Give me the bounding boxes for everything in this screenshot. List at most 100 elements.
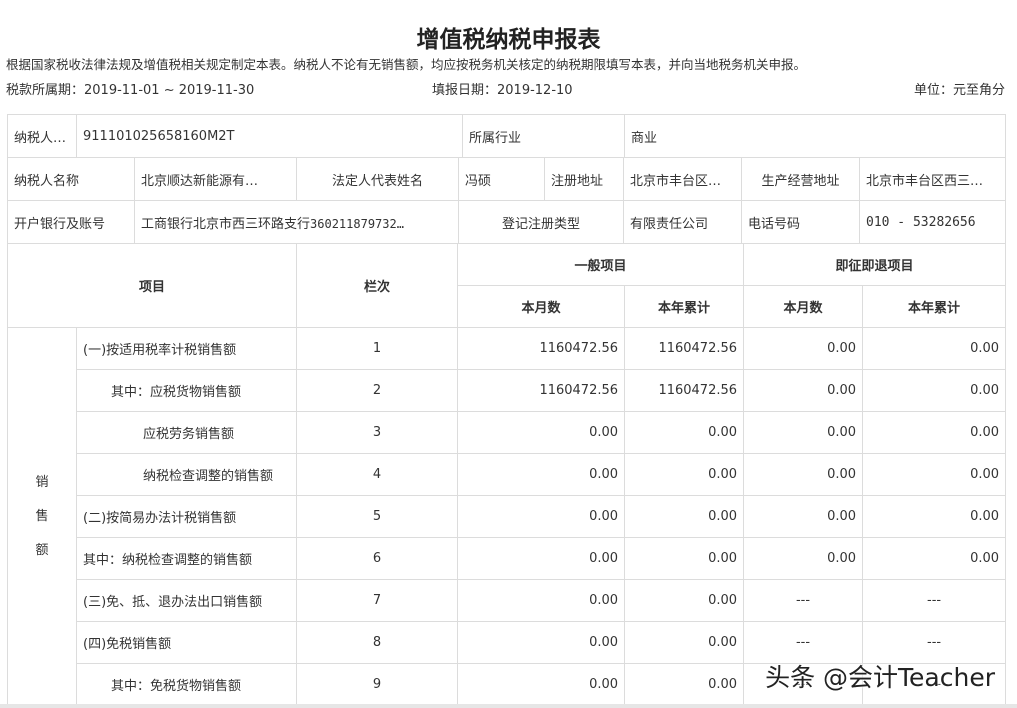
general-month-value[interactable]: 0.00	[457, 495, 626, 538]
header-general: 一般项目	[457, 243, 745, 286]
general-month-value[interactable]: 0.00	[457, 621, 626, 664]
fill-date-label: 填报日期：	[432, 83, 498, 98]
bank-value: 工商银行北京市西三环路支行360211879732…	[134, 200, 459, 244]
row-item-label: 其中：应税货物销售额	[75, 369, 298, 412]
row-line-number: 4	[296, 453, 459, 496]
immediate-ytd-value[interactable]: 0.00	[862, 453, 1007, 496]
immediate-ytd-value[interactable]: 0.00	[862, 495, 1007, 538]
vat-return-table: 纳税人识别号 911101025658160M2T 所属行业 商业	[7, 114, 1007, 158]
biz-address-label: 生产经营地址	[741, 157, 860, 201]
taxpayer-id-label: 纳税人识别号	[7, 114, 77, 158]
row-line-number: 8	[296, 621, 459, 664]
general-ytd-value[interactable]: 0.00	[624, 663, 745, 706]
fill-date: 填报日期：2019-12-10	[432, 79, 573, 98]
legal-rep-label: 法定人代表姓名	[296, 157, 459, 201]
immediate-month-value[interactable]: 0.00	[743, 369, 864, 412]
general-ytd-value[interactable]: 0.00	[624, 621, 745, 664]
general-month-value[interactable]: 0.00	[457, 453, 626, 496]
section-label-char: 额	[35, 542, 49, 558]
biz-address-value: 北京市丰台区西三…	[859, 157, 1006, 201]
row-item-label: (一)按适用税率计税销售额	[75, 327, 298, 370]
header-item: 项目	[6, 243, 298, 328]
bottom-divider	[0, 704, 1017, 708]
immediate-month-value[interactable]: 0.00	[743, 495, 864, 538]
row-item-label: (四)免税销售额	[75, 621, 298, 664]
sales-table: 项目 栏次 一般项目 即征即退项目 本月数 本年累计 本月数 本年累计 销售额(…	[6, 243, 1007, 706]
general-month-value[interactable]: 0.00	[457, 579, 626, 622]
table-row: 纳税检查调整的销售额 4 0.00 0.00 0.00 0.00	[8, 453, 1007, 496]
general-ytd-value[interactable]: 0.00	[624, 579, 745, 622]
immediate-ytd-value[interactable]: 0.00	[862, 537, 1007, 580]
general-month-value[interactable]: 1160472.56	[457, 369, 626, 412]
reg-type-value: 有限责任公司	[623, 200, 742, 244]
general-month-value[interactable]: 1160472.56	[457, 327, 626, 370]
immediate-ytd-value[interactable]: 0.00	[862, 411, 1007, 454]
row-line-number: 6	[296, 537, 459, 580]
fill-date-value: 2019-12-10	[497, 83, 573, 98]
immediate-ytd-value[interactable]: ---	[862, 579, 1007, 622]
immediate-month-value[interactable]: 0.00	[743, 327, 864, 370]
phone-value: 010 - 53282656	[859, 200, 1006, 244]
table-row: (二)按简易办法计税销售额 5 0.00 0.00 0.00 0.00	[8, 495, 1007, 538]
header-immediate-month: 本月数	[743, 285, 864, 328]
taxpayer-info-table: 纳税人名称 北京顺达新能源有… 法定人代表姓名 冯硕 注册地址 北京市丰台区… 生产经营地址…	[7, 157, 1006, 244]
immediate-ytd-value[interactable]: 0.00	[862, 327, 1007, 370]
taxpayer-name-value: 北京顺达新能源有…	[134, 157, 297, 201]
general-month-value[interactable]: 0.00	[457, 411, 626, 454]
general-ytd-value[interactable]: 0.00	[624, 537, 745, 580]
header-immediate: 即征即退项目	[743, 243, 1007, 286]
general-month-value[interactable]: 0.00	[457, 663, 626, 706]
tax-period-label: 税款所属期：	[6, 83, 85, 98]
general-ytd-value[interactable]: 1160472.56	[624, 369, 745, 412]
row-item-label: 其中：纳税检查调整的销售额	[75, 537, 298, 580]
header-line: 栏次	[296, 243, 459, 328]
section-label-char: 销	[35, 474, 49, 490]
general-ytd-value[interactable]: 0.00	[624, 495, 745, 538]
tax-period: 税款所属期：2019-11-01 ~ 2019-11-30	[6, 79, 254, 98]
row-line-number: 2	[296, 369, 459, 412]
form-title: 增值税纳税申报表	[416, 27, 601, 53]
header-general-month: 本月数	[457, 285, 626, 328]
currency-unit: 单位：元至角分	[913, 83, 1005, 98]
immediate-ytd-value[interactable]: 0.00	[862, 369, 1007, 412]
table-row: (三)免、抵、退办法出口销售额 7 0.00 0.00 --- ---	[8, 579, 1007, 622]
table-row: 销售额 (一)按适用税率计税销售额 1 1160472.56 1160472.56 0.0…	[7, 327, 1007, 706]
row-line-number: 3	[296, 411, 459, 454]
taxpayer-name-label: 纳税人名称	[7, 157, 135, 201]
immediate-month-value[interactable]: ---	[743, 579, 864, 622]
row-line-number: 7	[296, 579, 459, 622]
row-line-number: 5	[296, 495, 459, 538]
immediate-month-value[interactable]: 0.00	[743, 537, 864, 580]
table-row: 其中：纳税检查调整的销售额 6 0.00 0.00 0.00 0.00	[8, 537, 1007, 580]
bank-label: 开户银行及账号	[7, 200, 135, 244]
form-notice: 根据国家税收法律法规及增值税相关规定制定本表。纳税人不论有无销售额，均应按税务机…	[6, 57, 807, 72]
watermark: 头条 @会计Teacher	[765, 663, 995, 692]
taxpayer-id-value: 911101025658160M2T	[75, 114, 464, 158]
phone-label: 电话号码	[741, 200, 860, 244]
legal-rep-value: 冯硕	[458, 157, 545, 201]
table-row: 应税劳务销售额 3 0.00 0.00 0.00 0.00	[8, 411, 1007, 454]
reg-address-label: 注册地址	[544, 157, 624, 201]
bank-name: 工商银行北京市西三环路支行	[141, 216, 311, 232]
section-label-sales: 销售额	[7, 327, 77, 706]
table-row: 其中：应税货物销售额 2 1160472.56 1160472.56 0.00 0.00	[8, 369, 1007, 412]
immediate-month-value[interactable]: 0.00	[743, 411, 864, 454]
reg-type-label: 登记注册类型	[458, 200, 624, 244]
industry-label: 所属行业	[462, 114, 626, 158]
general-ytd-value[interactable]: 0.00	[624, 453, 745, 496]
industry-value: 商业	[624, 114, 1007, 158]
row-item-label: (三)免、抵、退办法出口销售额	[75, 579, 298, 622]
immediate-month-value[interactable]: 0.00	[743, 453, 864, 496]
general-ytd-value[interactable]: 1160472.56	[624, 327, 745, 370]
general-month-value[interactable]: 0.00	[457, 537, 626, 580]
row-item-label: 纳税检查调整的销售额	[75, 453, 298, 496]
header-immediate-ytd: 本年累计	[862, 285, 1007, 328]
row-item-label: 应税劳务销售额	[75, 411, 298, 454]
reg-address-value: 北京市丰台区…	[623, 157, 742, 201]
section-label-char: 售	[35, 508, 49, 524]
bank-account: 360211879732…	[310, 216, 404, 231]
tax-period-value: 2019-11-01 ~ 2019-11-30	[84, 83, 255, 98]
row-line-number: 9	[296, 663, 459, 706]
general-ytd-value[interactable]: 0.00	[624, 411, 745, 454]
header-general-ytd: 本年累计	[624, 285, 745, 328]
